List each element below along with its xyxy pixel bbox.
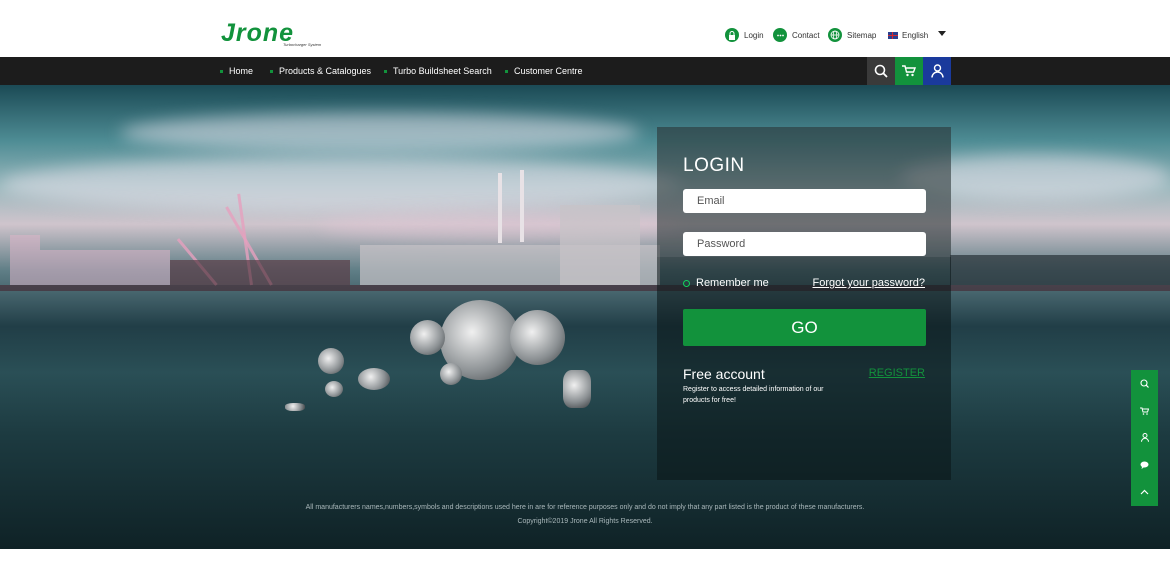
user-icon xyxy=(930,64,944,78)
bullet-icon xyxy=(384,69,387,73)
nav-user-button[interactable] xyxy=(923,57,951,85)
login-title: LOGIN xyxy=(683,155,745,176)
floating-side-toolbar xyxy=(1131,370,1158,506)
chat-icon xyxy=(1140,461,1149,469)
side-search-button[interactable] xyxy=(1131,370,1158,397)
hero-background: All manufacturers names,numbers,symbols … xyxy=(0,85,1170,549)
nav-item-customer-centre[interactable]: Customer Centre xyxy=(505,57,583,85)
login-panel: LOGIN Remember me Forgot your password? … xyxy=(657,127,951,480)
turbo-actuator xyxy=(410,320,445,355)
chat-icon xyxy=(773,28,787,42)
side-chat-button[interactable] xyxy=(1131,451,1158,478)
chimney-decoration xyxy=(498,173,502,243)
cloud-decoration xyxy=(0,157,680,212)
login-label: Login xyxy=(744,30,764,40)
skyline-building xyxy=(10,235,40,285)
shoreline xyxy=(0,285,1170,291)
remember-me-label: Remember me xyxy=(696,277,769,289)
turbo-part-image xyxy=(440,363,462,385)
sitemap-label: Sitemap xyxy=(847,30,877,40)
language-selector[interactable]: English xyxy=(888,27,928,43)
copyright-text: Copyright©2019 Jrone All Rights Reserved… xyxy=(517,518,653,525)
header-login-link[interactable]: Login xyxy=(725,27,764,43)
chevron-up-icon xyxy=(1140,489,1149,494)
header-contact-link[interactable]: Contact xyxy=(773,27,820,43)
disclaimer-text: All manufacturers names,numbers,symbols … xyxy=(305,504,865,511)
skyline-building xyxy=(950,255,1170,285)
globe-icon xyxy=(828,28,842,42)
turbocharger-image xyxy=(410,280,570,390)
turbo-part-image xyxy=(285,403,305,411)
logo-tagline: Turbocharger System xyxy=(283,42,322,47)
nav-cart-button[interactable] xyxy=(895,57,923,85)
cart-icon xyxy=(1140,407,1149,415)
nav-item-label: Customer Centre xyxy=(514,66,583,76)
bullet-icon xyxy=(220,69,223,73)
free-account-title: Free account xyxy=(683,366,765,382)
register-link[interactable]: REGISTER xyxy=(869,367,925,379)
back-to-top-button[interactable] xyxy=(1131,478,1158,505)
free-account-description: Register to access detailed information … xyxy=(683,386,824,404)
nav-search-button[interactable] xyxy=(867,57,895,85)
nav-item-home[interactable]: Home xyxy=(220,57,253,85)
top-header: Jrone Turbocharger System Login Contact … xyxy=(0,0,1170,57)
uk-flag-icon xyxy=(888,31,898,39)
main-nav: Home Products & Catalogues Turbo Buildsh… xyxy=(0,57,1170,85)
page: Jrone Turbocharger System Login Contact … xyxy=(0,0,1170,568)
skyline-building xyxy=(40,250,170,285)
logo[interactable]: Jrone Turbocharger System xyxy=(221,19,341,50)
cart-icon xyxy=(902,65,916,77)
skyline-building xyxy=(170,260,350,285)
bullet-icon xyxy=(505,69,508,73)
nav-item-label: Home xyxy=(229,66,254,76)
bullet-icon xyxy=(270,69,273,73)
search-icon xyxy=(874,64,888,78)
email-input[interactable] xyxy=(683,189,926,213)
turbo-part-image xyxy=(325,381,343,397)
turbo-part-image xyxy=(358,368,390,390)
side-cart-button[interactable] xyxy=(1131,397,1158,424)
forgot-password-link[interactable]: Forgot your password? xyxy=(813,277,926,289)
language-label: English xyxy=(902,30,929,40)
go-button[interactable]: GO xyxy=(683,309,926,346)
nav-item-label: Turbo Buildsheet Search xyxy=(393,66,492,76)
lock-icon xyxy=(725,28,739,42)
header-sitemap-link[interactable]: Sitemap xyxy=(828,27,876,43)
factory-building xyxy=(560,205,640,285)
nav-item-label: Products & Catalogues xyxy=(279,66,372,76)
search-icon xyxy=(1140,379,1149,388)
side-user-button[interactable] xyxy=(1131,424,1158,451)
chevron-down-icon[interactable] xyxy=(938,31,946,36)
nav-item-products[interactable]: Products & Catalogues xyxy=(270,57,371,85)
password-input[interactable] xyxy=(683,232,926,256)
cloud-decoration xyxy=(120,113,640,153)
radio-icon xyxy=(683,279,690,287)
turbo-part-image xyxy=(563,370,591,408)
contact-label: Contact xyxy=(792,30,820,40)
remember-me-checkbox[interactable]: Remember me xyxy=(683,277,769,289)
chimney-decoration xyxy=(520,170,524,242)
nav-item-turbo-search[interactable]: Turbo Buildsheet Search xyxy=(384,57,492,85)
logo-text: Jrone xyxy=(221,19,295,47)
turbo-part-image xyxy=(318,348,344,374)
user-icon xyxy=(1140,433,1149,442)
turbo-outlet xyxy=(510,310,565,365)
